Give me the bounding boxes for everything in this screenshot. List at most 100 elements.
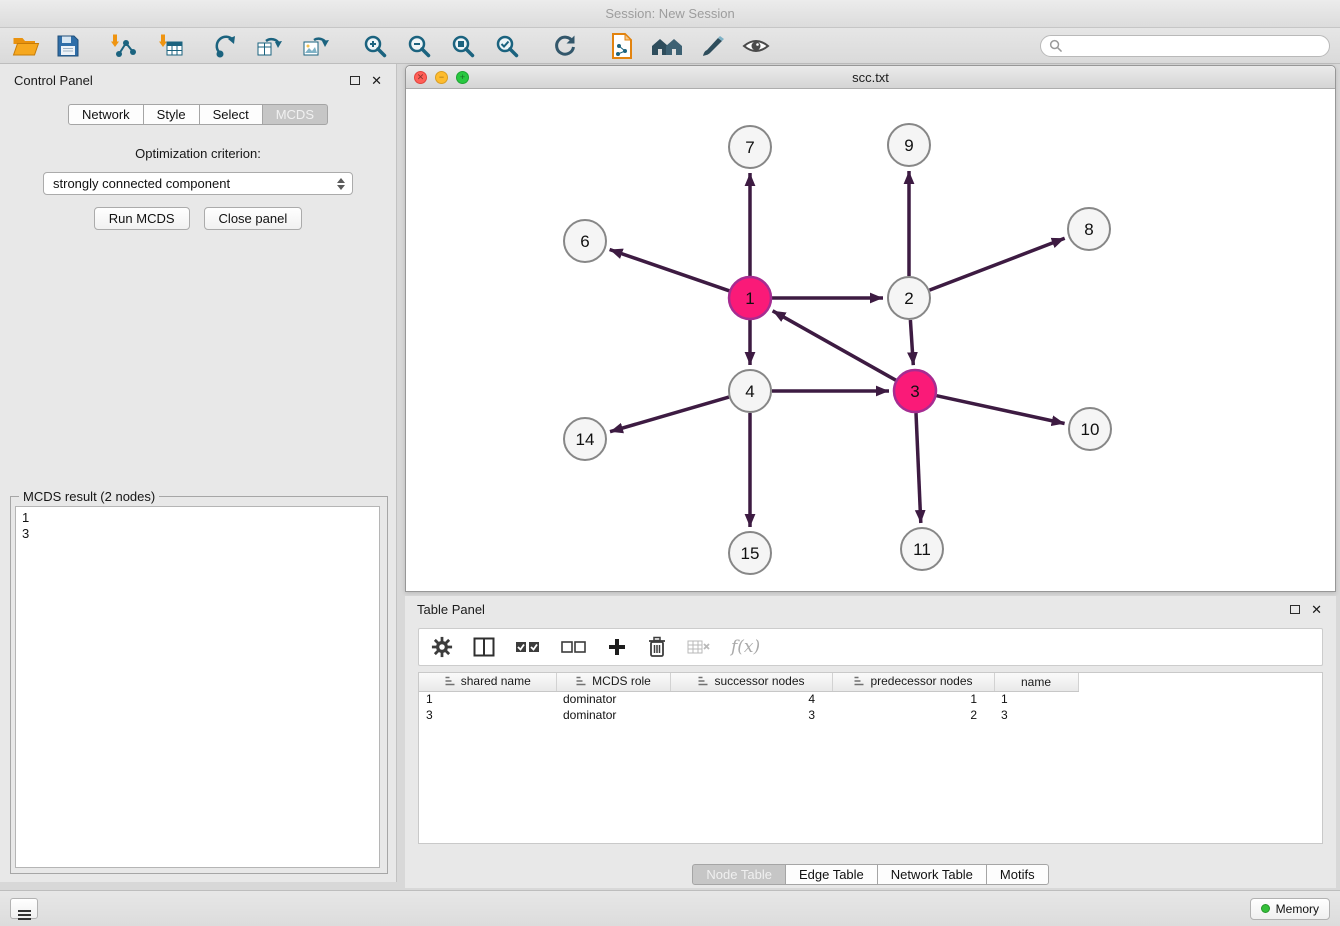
add-column-button[interactable] xyxy=(607,637,627,657)
delete-column-button[interactable] xyxy=(647,636,667,658)
optimization-dropdown[interactable]: strongly connected component xyxy=(43,172,353,195)
column-header-shared-name[interactable]: shared name xyxy=(419,673,556,691)
show-panels-button[interactable] xyxy=(10,898,38,919)
new-network-button[interactable] xyxy=(214,33,240,59)
clone-network-button[interactable] xyxy=(256,33,284,59)
close-glyph: ✕ xyxy=(417,73,425,82)
graph-edge-2-3[interactable] xyxy=(910,320,913,365)
network-document-button[interactable] xyxy=(610,32,634,60)
tab-select[interactable]: Select xyxy=(199,104,263,125)
table-cell[interactable]: 4 xyxy=(670,691,832,707)
close-panel-button[interactable]: Close panel xyxy=(204,207,303,230)
import-network-button[interactable] xyxy=(110,33,136,59)
tab-mcds[interactable]: MCDS xyxy=(262,104,328,125)
table-cell[interactable]: 1 xyxy=(419,691,556,707)
close-table-panel-icon[interactable]: ✕ xyxy=(1311,603,1322,616)
home-button[interactable] xyxy=(650,34,684,58)
tab-node-table[interactable]: Node Table xyxy=(692,864,786,885)
column-header-predecessor-nodes[interactable]: predecessor nodes xyxy=(832,673,994,691)
minimize-window-icon[interactable]: − xyxy=(435,71,448,84)
table-panel: Table Panel ✕ xyxy=(405,596,1336,888)
graph-edge-1-6[interactable] xyxy=(610,250,730,291)
maximize-window-icon[interactable]: + xyxy=(456,71,469,84)
table-cell[interactable]: 3 xyxy=(994,707,1078,723)
graph-edge-2-8[interactable] xyxy=(930,238,1065,290)
show-graphics-button[interactable] xyxy=(742,36,770,56)
svg-text:10: 10 xyxy=(1081,420,1100,439)
network-canvas[interactable]: 7 9 6 8 1 2 4 3 14 10 15 11 xyxy=(406,89,1335,591)
close-window-icon[interactable]: ✕ xyxy=(414,71,427,84)
graph-node-14[interactable]: 14 xyxy=(564,418,606,460)
column-header-successor-nodes[interactable]: successor nodes xyxy=(670,673,832,691)
graph-node-1[interactable]: 1 xyxy=(729,277,771,319)
show-columns-button[interactable] xyxy=(473,637,495,657)
table-row[interactable]: 3dominator323 xyxy=(419,707,1322,723)
tab-network[interactable]: Network xyxy=(68,104,144,125)
plus-icon xyxy=(607,637,627,657)
zoom-in-button[interactable] xyxy=(362,33,388,59)
graph-node-9[interactable]: 9 xyxy=(888,124,930,166)
table-settings-button[interactable] xyxy=(431,636,453,658)
column-header-mcds-role[interactable]: MCDS role xyxy=(556,673,670,691)
export-image-button[interactable] xyxy=(302,33,330,59)
delete-table-button-disabled[interactable] xyxy=(687,638,711,656)
graph-edge-4-14[interactable] xyxy=(610,397,729,432)
mcds-result-item[interactable]: 3 xyxy=(22,526,373,542)
tab-style[interactable]: Style xyxy=(143,104,200,125)
tab-motifs[interactable]: Motifs xyxy=(986,864,1049,885)
graph-node-3[interactable]: 3 xyxy=(894,370,936,412)
hamburger-icon xyxy=(18,910,31,912)
mcds-result-item[interactable]: 1 xyxy=(22,510,373,526)
memory-button[interactable]: Memory xyxy=(1250,898,1330,920)
search-input[interactable] xyxy=(1067,38,1321,53)
search-icon xyxy=(1049,39,1062,52)
zoom-fit-button[interactable] xyxy=(450,33,476,59)
network-graph[interactable]: 7 9 6 8 1 2 4 3 14 10 15 11 xyxy=(406,89,1335,591)
svg-text:2: 2 xyxy=(904,289,913,308)
select-all-rows-button[interactable] xyxy=(515,639,541,655)
paint-style-button[interactable] xyxy=(700,33,726,59)
table-cell[interactable]: dominator xyxy=(556,707,670,723)
deselect-all-rows-button[interactable] xyxy=(561,639,587,655)
column-header-name[interactable]: name xyxy=(994,673,1078,691)
graph-node-6[interactable]: 6 xyxy=(564,220,606,262)
table-cell[interactable]: 2 xyxy=(832,707,994,723)
run-mcds-button[interactable]: Run MCDS xyxy=(94,207,190,230)
import-table-button[interactable] xyxy=(158,33,184,59)
open-session-button[interactable] xyxy=(12,34,40,58)
svg-text:6: 6 xyxy=(580,232,589,251)
table-cell[interactable]: 3 xyxy=(419,707,556,723)
table-cell[interactable]: 3 xyxy=(670,707,832,723)
table-row[interactable]: 1dominator411 xyxy=(419,691,1322,707)
graph-node-10[interactable]: 10 xyxy=(1069,408,1111,450)
function-builder-button[interactable]: f(x) xyxy=(731,637,760,657)
import-table-icon xyxy=(158,33,184,59)
network-window-titlebar[interactable]: ✕ − + scc.txt xyxy=(406,66,1335,89)
search-field[interactable] xyxy=(1040,35,1330,57)
zoom-selected-button[interactable] xyxy=(494,33,520,59)
graph-edge-3-10[interactable] xyxy=(937,396,1065,424)
zoom-out-button[interactable] xyxy=(406,33,432,59)
graph-edge-3-11[interactable] xyxy=(916,413,921,523)
tab-edge-table[interactable]: Edge Table xyxy=(785,864,878,885)
float-table-panel-icon[interactable] xyxy=(1290,605,1300,614)
tab-network-table[interactable]: Network Table xyxy=(877,864,987,885)
graph-edge-3-1[interactable] xyxy=(773,311,896,380)
save-session-button[interactable] xyxy=(56,34,80,58)
graph-node-15[interactable]: 15 xyxy=(729,532,771,574)
graph-node-7[interactable]: 7 xyxy=(729,126,771,168)
table-cell[interactable]: 1 xyxy=(832,691,994,707)
float-panel-icon[interactable] xyxy=(350,76,360,85)
mcds-result-list[interactable]: 13 xyxy=(15,506,380,868)
graph-node-11[interactable]: 11 xyxy=(901,528,943,570)
table-cell[interactable]: 1 xyxy=(994,691,1078,707)
graph-node-4[interactable]: 4 xyxy=(729,370,771,412)
graph-node-8[interactable]: 8 xyxy=(1068,208,1110,250)
zoom-out-icon xyxy=(406,33,432,59)
graph-node-2[interactable]: 2 xyxy=(888,277,930,319)
table-cell[interactable]: dominator xyxy=(556,691,670,707)
apply-layout-button[interactable] xyxy=(552,33,578,59)
close-control-panel-icon[interactable]: ✕ xyxy=(371,74,382,87)
column-header-filler xyxy=(1078,673,1322,691)
node-table: shared name MCDS role successor nodes pr… xyxy=(419,673,1322,723)
